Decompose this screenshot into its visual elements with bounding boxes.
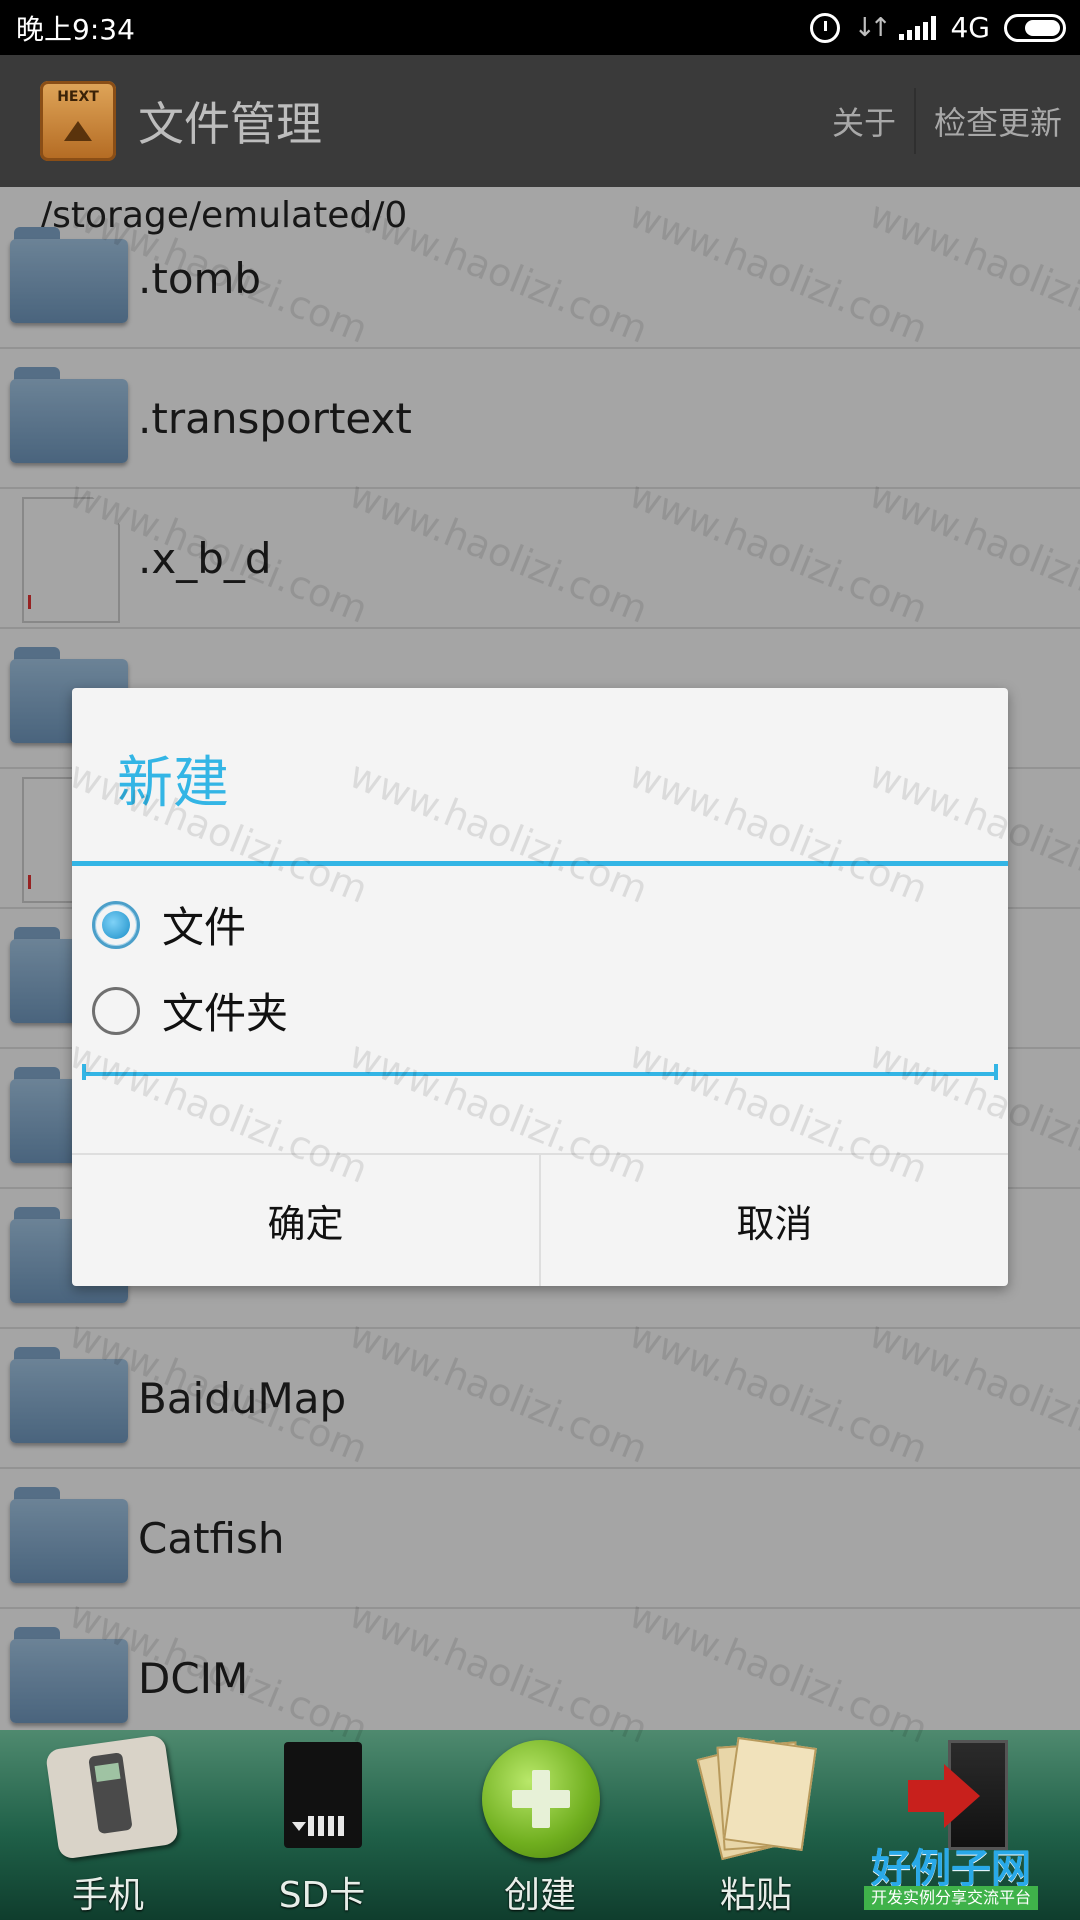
toolbar-create-button[interactable]: 创建 xyxy=(440,1730,640,1920)
cancel-button[interactable]: 取消 xyxy=(539,1155,1008,1286)
app-bar: HEXT 文件管理 关于 检查更新 xyxy=(0,55,1080,187)
brand-badge: 好例子网 开发实例分享交流平台 xyxy=(860,1836,1042,1920)
name-input[interactable] xyxy=(82,1028,998,1076)
about-button[interactable]: 关于 xyxy=(814,88,914,154)
toolbar-label: 手机 xyxy=(71,1875,144,1916)
confirm-button[interactable]: 确定 xyxy=(72,1155,539,1286)
paste-icon xyxy=(696,1736,817,1861)
input-underline-tick xyxy=(994,1064,998,1080)
check-update-button[interactable]: 检查更新 xyxy=(916,88,1080,154)
status-icons: ↓↑ 4G xyxy=(809,11,1066,44)
network-type: 4G xyxy=(950,11,990,44)
toolbar-sd-button[interactable]: SD卡 xyxy=(222,1730,422,1920)
dialog-buttons: 确定 取消 xyxy=(72,1153,1008,1286)
app-actions: 关于 检查更新 xyxy=(814,55,1080,187)
sd-card-icon xyxy=(284,1742,362,1848)
toolbar-label: 创建 xyxy=(503,1875,576,1916)
logo-arrow xyxy=(64,121,92,141)
toolbar-label: SD卡 xyxy=(278,1875,366,1916)
dialog-title: 新建 xyxy=(117,751,229,816)
status-bar: 晚上9:34 ↓↑ 4G xyxy=(0,0,1080,55)
alarm-icon xyxy=(809,12,840,43)
status-time: 晚上9:34 xyxy=(16,12,135,46)
new-item-dialog: 新建 文件 文件夹 确定 取消 xyxy=(72,688,1008,1286)
signal-icon xyxy=(899,15,937,40)
radio-checked-icon[interactable] xyxy=(92,900,140,949)
brand-subtitle: 开发实例分享交流平台 xyxy=(864,1886,1038,1910)
app-title: 文件管理 xyxy=(138,97,322,151)
toolbar-phone-button[interactable]: 手机 xyxy=(8,1730,208,1920)
app-logo-icon: HEXT xyxy=(40,81,116,161)
radio-label: 文件 xyxy=(162,903,247,952)
app-logo-text: HEXT xyxy=(57,89,99,105)
create-plus-icon xyxy=(482,1740,600,1858)
battery-icon xyxy=(1004,13,1066,42)
dialog-title-divider xyxy=(72,861,1008,866)
input-underline-tick xyxy=(82,1064,86,1080)
radio-option-file[interactable]: 文件 xyxy=(92,894,246,955)
phone-icon xyxy=(44,1734,180,1860)
data-transfer-icon: ↓↑ xyxy=(853,12,891,43)
